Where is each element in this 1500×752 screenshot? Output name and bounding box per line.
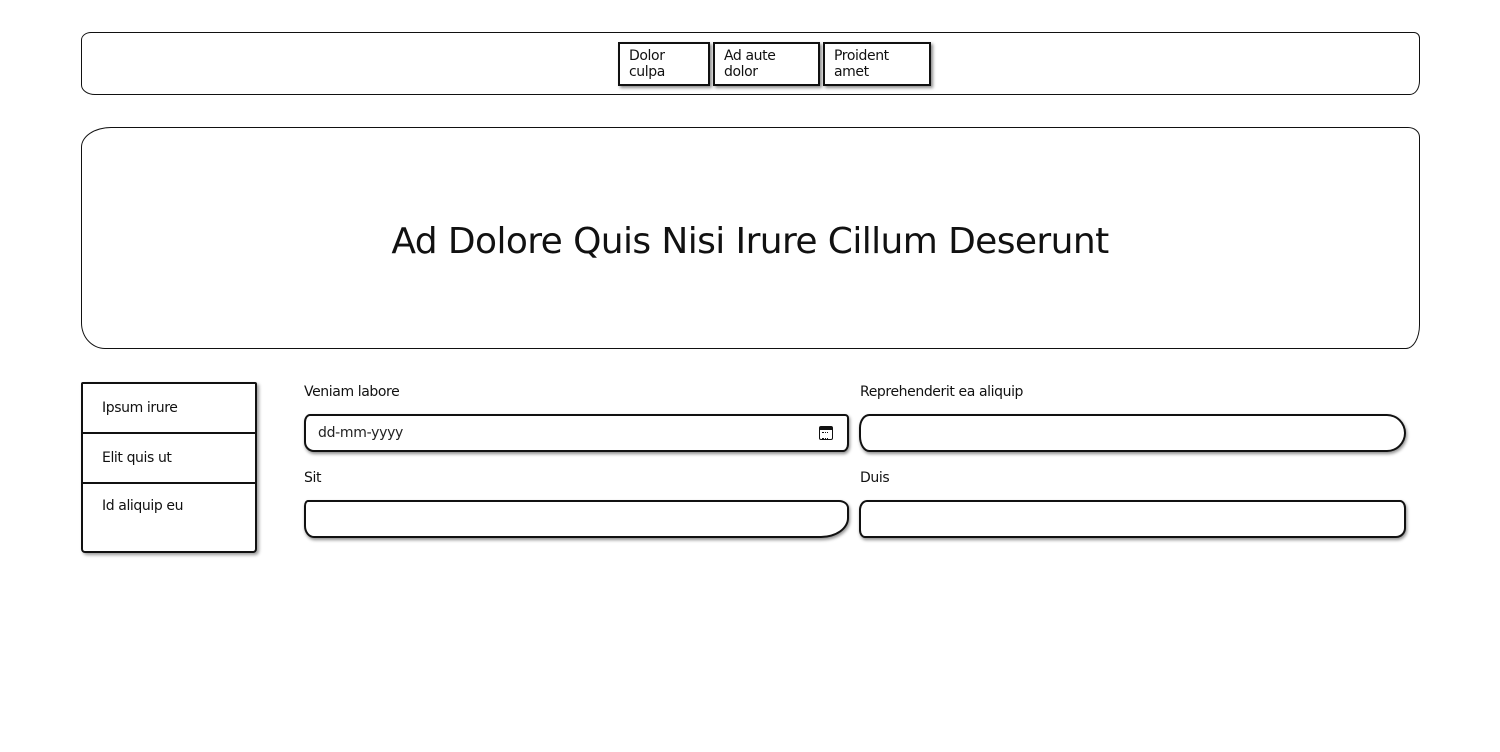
veniam-labore-label: Veniam labore: [304, 384, 400, 400]
sit-field-wrapper: [304, 500, 849, 538]
hero-banner: Ad Dolore Quis Nisi Irure Cillum Deserun…: [81, 127, 1420, 349]
reprehenderit-label: Reprehenderit ea aliquip: [860, 384, 1024, 400]
duis-label: Duis: [860, 470, 890, 486]
nav-button-ad-aute-dolor[interactable]: Ad aute dolor: [713, 41, 820, 86]
veniam-labore-date-field[interactable]: dd-mm-yyyy: [304, 414, 849, 452]
sidebar-item-id-aliquip-eu[interactable]: Id aliquip eu: [83, 484, 255, 530]
reprehenderit-input[interactable]: [861, 416, 1404, 450]
sit-label: Sit: [304, 470, 322, 486]
reprehenderit-field-wrapper: [859, 414, 1406, 452]
nav-button-dolor-culpa[interactable]: Dolor culpa: [618, 41, 710, 86]
duis-input[interactable]: [861, 502, 1404, 536]
sidebar-item-elit-quis-ut[interactable]: Elit quis ut: [83, 434, 255, 484]
nav-button-proident-amet[interactable]: Proident amet: [823, 41, 931, 86]
hero-title: Ad Dolore Quis Nisi Irure Cillum Deserun…: [391, 220, 1109, 262]
date-placeholder: dd-mm-yyyy: [318, 425, 404, 441]
calendar-icon[interactable]: [819, 426, 833, 440]
top-navbar: Dolor culpa Ad aute dolor Proident amet: [81, 32, 1420, 95]
sidebar-menu: Ipsum irure Elit quis ut Id aliquip eu: [81, 382, 257, 553]
duis-field-wrapper: [859, 500, 1406, 538]
sit-input[interactable]: [306, 502, 847, 536]
nav-button-group: Dolor culpa Ad aute dolor Proident amet: [618, 41, 931, 86]
sidebar-item-ipsum-irure[interactable]: Ipsum irure: [83, 384, 255, 434]
page: Dolor culpa Ad aute dolor Proident amet …: [0, 0, 1500, 752]
